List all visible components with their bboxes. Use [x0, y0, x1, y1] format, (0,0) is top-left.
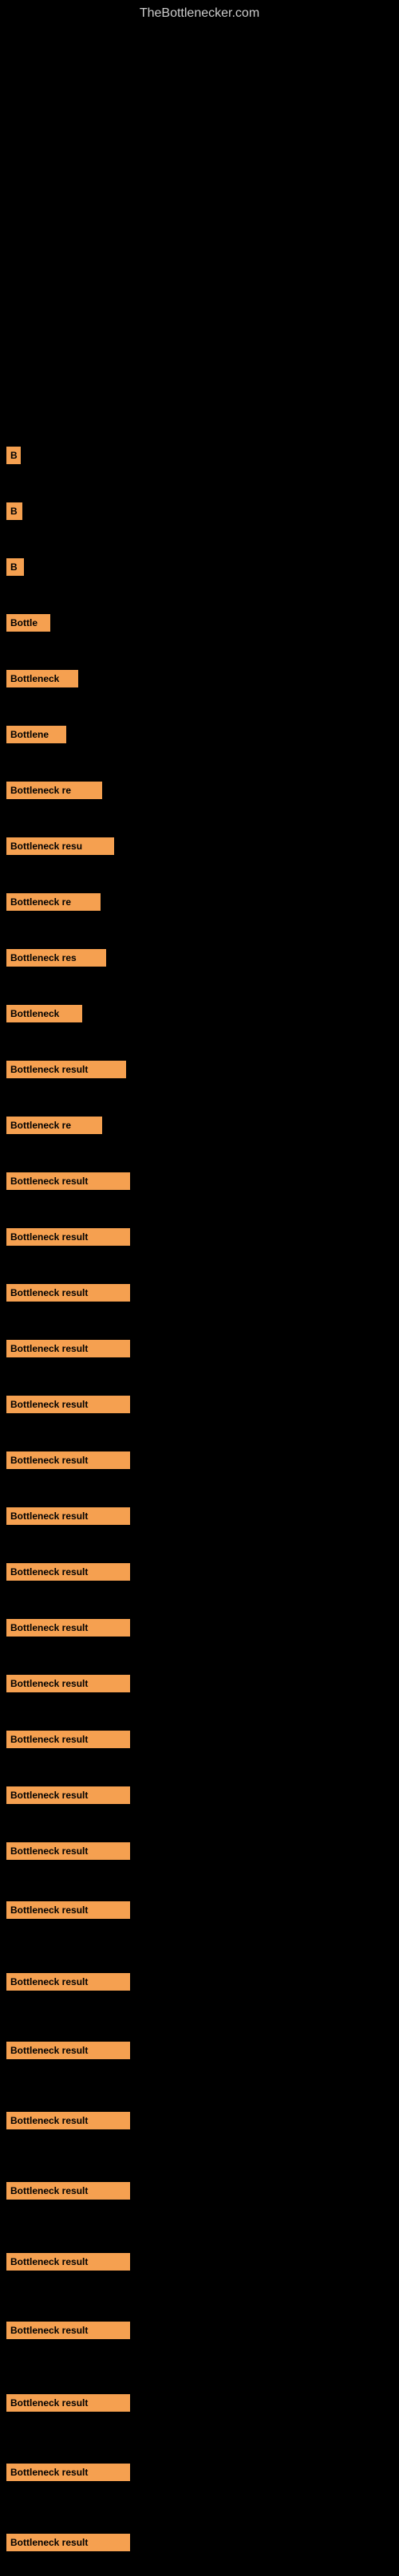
bottleneck-bar-14: Bottleneck result — [6, 1228, 130, 1246]
bottleneck-bar-28: Bottleneck result — [6, 2042, 130, 2059]
bottleneck-bar-6: Bottleneck re — [6, 782, 102, 799]
bottleneck-bar-33: Bottleneck result — [6, 2394, 130, 2412]
bottleneck-bar-22: Bottleneck result — [6, 1675, 130, 1692]
site-title: TheBottlenecker.com — [0, 0, 399, 24]
bottleneck-bar-23: Bottleneck result — [6, 1731, 130, 1748]
bottleneck-bar-15: Bottleneck result — [6, 1284, 130, 1302]
bottleneck-bar-13: Bottleneck result — [6, 1172, 130, 1190]
bottleneck-bar-32: Bottleneck result — [6, 2322, 130, 2339]
bottleneck-bar-25: Bottleneck result — [6, 1842, 130, 1860]
page-content: TheBottlenecker.com BBBBottleBottleneckB… — [0, 0, 399, 2576]
bottleneck-bar-2: B — [6, 558, 24, 576]
bottleneck-bar-35: Bottleneck result — [6, 2534, 130, 2551]
bottleneck-bar-20: Bottleneck result — [6, 1563, 130, 1581]
bottleneck-bar-7: Bottleneck resu — [6, 837, 114, 855]
bottleneck-bar-8: Bottleneck re — [6, 893, 101, 911]
bottleneck-bar-24: Bottleneck result — [6, 1786, 130, 1804]
bottleneck-bar-30: Bottleneck result — [6, 2182, 130, 2200]
bottleneck-bar-5: Bottlene — [6, 726, 66, 743]
bottleneck-bar-19: Bottleneck result — [6, 1507, 130, 1525]
bottleneck-bar-26: Bottleneck result — [6, 1901, 130, 1919]
bottleneck-bar-16: Bottleneck result — [6, 1340, 130, 1357]
bottleneck-bar-34: Bottleneck result — [6, 2464, 130, 2481]
bottleneck-bar-31: Bottleneck result — [6, 2253, 130, 2271]
bottleneck-bar-0: B — [6, 447, 21, 464]
bottleneck-bar-27: Bottleneck result — [6, 1973, 130, 1991]
bottleneck-bar-4: Bottleneck — [6, 670, 78, 687]
bottleneck-bar-9: Bottleneck res — [6, 949, 106, 967]
bottleneck-bar-1: B — [6, 502, 22, 520]
bottleneck-bar-3: Bottle — [6, 614, 50, 632]
bottleneck-bar-21: Bottleneck result — [6, 1619, 130, 1637]
bottleneck-bar-18: Bottleneck result — [6, 1451, 130, 1469]
bottleneck-bar-12: Bottleneck re — [6, 1117, 102, 1134]
bars-container: B B B Bottle Bottleneck Bottlene Bottleneck re… — [0, 24, 399, 2576]
bottleneck-bar-10: Bottleneck — [6, 1005, 82, 1022]
bottleneck-bar-17: Bottleneck result — [6, 1396, 130, 1413]
bottleneck-bar-29: Bottleneck result — [6, 2112, 130, 2129]
bottleneck-bar-11: Bottleneck result — [6, 1061, 126, 1078]
